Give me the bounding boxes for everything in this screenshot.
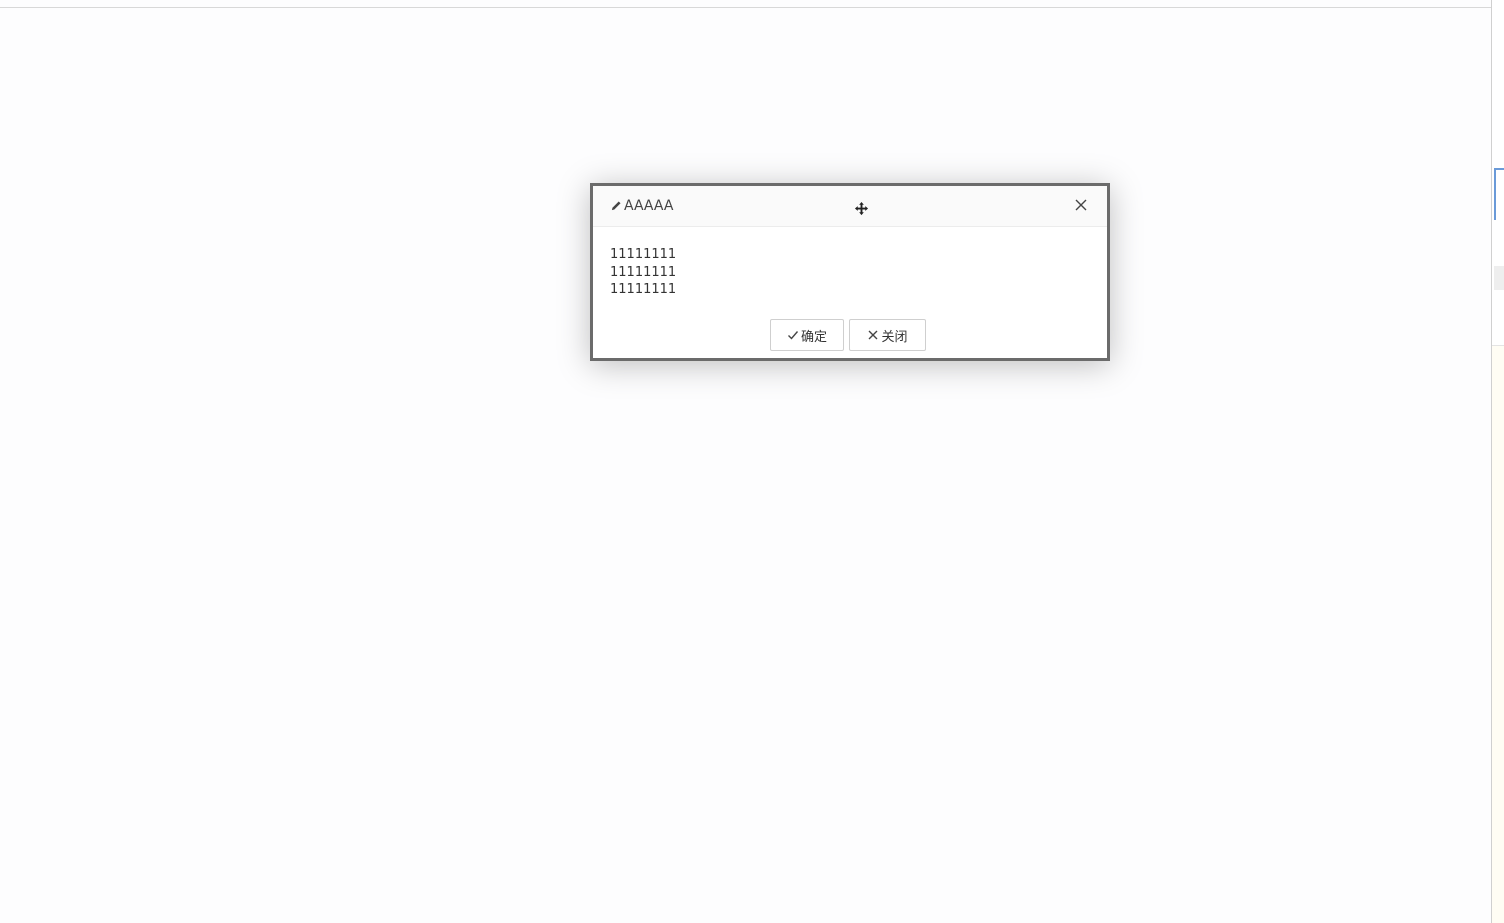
body-line: 11111111 (610, 264, 677, 280)
page: AAAAA 11111111 11111111 11111111 确定 关闭 (0, 0, 1504, 923)
close-icon[interactable] (1074, 198, 1088, 212)
side-panel-highlight-vertical (1494, 168, 1496, 220)
move-icon[interactable] (854, 201, 869, 216)
side-panel-grey-bar (1494, 266, 1504, 290)
body-line: 11111111 (610, 247, 677, 262)
check-icon (787, 331, 799, 340)
top-divider (0, 7, 1491, 8)
confirm-button[interactable]: 确定 (770, 319, 844, 351)
dialog-header[interactable]: AAAAA (593, 186, 1107, 227)
close-button[interactable]: 关闭 (849, 319, 926, 351)
pencil-icon (611, 201, 621, 211)
dialog: AAAAA 11111111 11111111 11111111 确定 关闭 (590, 183, 1110, 361)
close-icon (868, 330, 878, 340)
side-panel-edge (1491, 0, 1504, 923)
confirm-button-label: 确定 (800, 329, 827, 345)
dialog-title: AAAAA (624, 198, 674, 214)
close-button-label: 关闭 (881, 329, 908, 345)
side-panel-lower-area (1492, 345, 1504, 923)
dialog-body: 11111111 11111111 11111111 (610, 246, 676, 299)
body-line: 11111111 (610, 282, 677, 297)
